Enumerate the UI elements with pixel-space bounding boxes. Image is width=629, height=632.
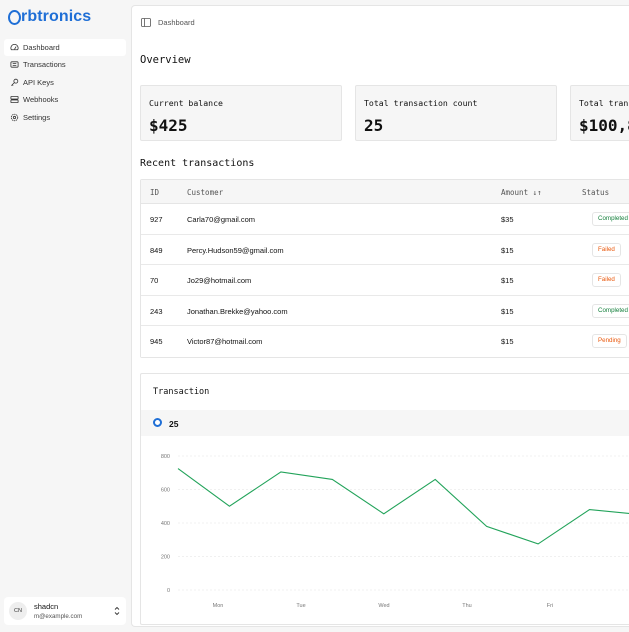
gauge-icon (9, 43, 19, 53)
avatar: CN (9, 602, 27, 620)
stat-card-total: Total tran $100,8 (570, 85, 629, 141)
status-badge: Completed (592, 303, 629, 318)
logo[interactable]: rbtronics (8, 8, 91, 26)
list-icon (9, 60, 19, 70)
stat-card-count: Total transaction count 25 (355, 85, 557, 141)
column-header-amount[interactable]: Amount ↓↑ (501, 188, 542, 197)
x-tick-label: Mon (213, 603, 224, 609)
cell-amount: $15 (501, 276, 514, 285)
y-tick-label: 600 (161, 488, 170, 494)
column-header-status: Status (582, 188, 610, 197)
cell-customer: Jonathan.Brekke@yahoo.com (187, 306, 288, 316)
cell-id: 70 (150, 276, 159, 285)
y-tick-label: 800 (161, 454, 170, 460)
cell-customer: Carla70@gmail.com (187, 215, 256, 224)
chart-legend: 25 (141, 410, 629, 436)
sidebar-nav: Dashboard Transactions API Keys Webhooks (4, 39, 126, 126)
cell-amount: $15 (501, 306, 514, 316)
cell-id: 927 (150, 215, 163, 224)
table-row[interactable]: 849 Percy.Hudson59@gmail.com $15 Failed (141, 234, 629, 265)
topbar: Dashboard (141, 18, 195, 27)
status-badge: Completed (592, 212, 629, 226)
y-tick-label: 0 (167, 588, 170, 594)
key-icon (9, 77, 19, 87)
cell-amount: $15 (501, 337, 514, 346)
status-badge: Pending (592, 334, 627, 348)
table-header: ID Customer Amount ↓↑ Status (141, 180, 629, 204)
card-value: 25 (364, 116, 384, 135)
cell-customer: Jo29@hotmail.com (187, 276, 252, 285)
column-header-id: ID (150, 188, 160, 197)
user-menu[interactable]: CN shadcn m@example.com (4, 597, 126, 625)
sidebar-item-label: Settings (23, 112, 51, 122)
table-row[interactable]: 927 Carla70@gmail.com $35 Completed (141, 204, 629, 235)
user-email: m@example.com (34, 613, 83, 620)
series-line (177, 468, 629, 545)
logo-mark (8, 9, 21, 25)
sidebar-item-settings[interactable]: Settings (4, 109, 126, 126)
section-title: Recent transactions (140, 158, 255, 169)
cell-amount: $35 (501, 215, 514, 224)
x-tick-label: Fri (547, 603, 553, 609)
table-body: 927 Carla70@gmail.com $35 Completed 849 Percy… (141, 204, 629, 357)
sidebar-toggle-icon[interactable] (141, 18, 151, 27)
y-tick-label: 200 (161, 555, 170, 561)
transactions-table: ID Customer Amount ↓↑ Status 927 Carla70@… (140, 179, 629, 358)
main-content: Dashboard Overview Current balance $425 … (131, 5, 629, 627)
table-row[interactable]: 945 Victor87@hotmail.com $15 Pending (141, 326, 629, 357)
y-tick-label: 400 (161, 521, 170, 527)
table-row[interactable]: 243 Jonathan.Brekke@yahoo.com $15 Completed (141, 295, 629, 326)
cell-amount: $15 (501, 245, 514, 255)
card-label: Total tran (579, 98, 629, 108)
cell-id: 243 (150, 306, 163, 316)
transaction-chart-card: Transaction 25 0 200 400 600 800 Mon Tue Wed Thu… (140, 373, 629, 625)
sidebar: rbtronics Dashboard Transactions API Key… (0, 0, 130, 632)
sidebar-item-webhooks[interactable]: Webhooks (4, 91, 126, 108)
x-tick-label: Wed (378, 603, 389, 609)
card-label: Total transaction count (364, 98, 478, 108)
sidebar-item-label: API Keys (23, 77, 54, 87)
breadcrumb[interactable]: Dashboard (158, 18, 195, 27)
x-tick-label: Tue (296, 603, 305, 609)
cell-customer: Percy.Hudson59@gmail.com (187, 245, 284, 255)
app-window: rbtronics Dashboard Transactions API Key… (0, 0, 629, 632)
series-dot-icon[interactable] (153, 418, 162, 427)
cell-id: 945 (150, 337, 163, 346)
line-chart: 0200400600800MonTueWedThuFriS (161, 454, 629, 609)
card-value: $425 (149, 116, 188, 135)
gear-icon (9, 112, 19, 122)
cell-id: 849 (150, 245, 163, 255)
card-label: Current balance (149, 98, 223, 108)
column-header-customer: Customer (187, 188, 224, 197)
sidebar-item-label: Dashboard (23, 43, 60, 52)
x-tick-label: Thu (462, 603, 471, 609)
sidebar-item-transactions[interactable]: Transactions (4, 56, 126, 73)
chart-title: Transaction (153, 387, 210, 397)
page-title: Overview (140, 54, 191, 66)
card-value: $100,8 (579, 116, 629, 135)
status-badge: Failed (592, 273, 621, 287)
user-info: shadcn m@example.com (34, 602, 82, 620)
sidebar-item-label: Transactions (23, 60, 66, 70)
sidebar-item-label: Webhooks (23, 95, 59, 105)
status-badge: Failed (592, 242, 621, 257)
stat-card-balance: Current balance $425 (140, 85, 342, 141)
sidebar-item-api-keys[interactable]: API Keys (4, 74, 126, 91)
legend-value: 25 (169, 419, 179, 429)
chevrons-up-down-icon (114, 606, 120, 616)
table-row[interactable]: 70 Jo29@hotmail.com $15 Failed (141, 265, 629, 296)
user-name: shadcn (34, 602, 59, 611)
sidebar-item-dashboard[interactable]: Dashboard (4, 39, 126, 56)
server-icon (9, 95, 19, 105)
cell-customer: Victor87@hotmail.com (187, 337, 263, 346)
logo-text: rbtronics (21, 8, 92, 25)
